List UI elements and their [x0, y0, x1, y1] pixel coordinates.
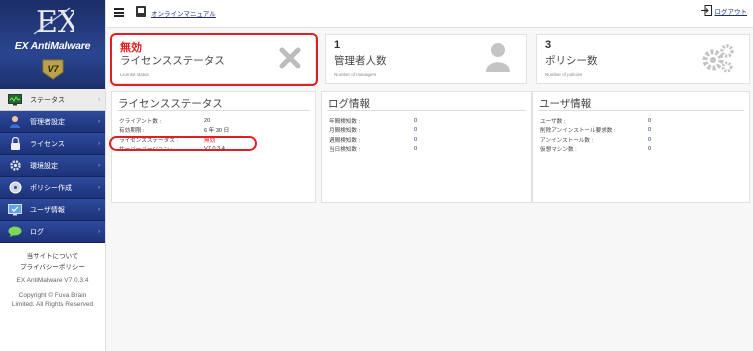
hamburger-menu-icon[interactable]	[114, 8, 124, 17]
sidebar-nav: ステータス › 管理者設定 › ライセンス › 環境設定 › ポリシー作成 › …	[0, 89, 105, 243]
managers-value: 1	[334, 39, 341, 51]
person-icon	[486, 43, 510, 72]
logo-text: EX AntiMalware	[14, 40, 91, 52]
managers-card[interactable]: 1 管理者人数 Number of managers	[325, 34, 527, 84]
lock-icon	[8, 137, 22, 151]
info-row: 当日検知数 :0	[329, 146, 418, 154]
info-row: 仮想マシン数 :0	[540, 146, 652, 154]
policies-label: ポリシー数	[545, 55, 598, 67]
logout-label: ログアウト	[714, 8, 748, 16]
chat-bubble-icon	[8, 225, 22, 239]
about-site-link[interactable]: 当サイトについて	[0, 251, 105, 262]
managers-sub: Number of managers	[334, 72, 377, 77]
managers-label: 管理者人数	[334, 55, 387, 67]
gears-icon	[702, 44, 734, 73]
sidebar-item-license[interactable]: ライセンス ›	[0, 133, 105, 155]
top-bar: オンラインマニュアル ログアウト	[106, 0, 753, 27]
chevron-right-icon: ›	[98, 162, 100, 169]
info-row: 月間検知数 :0	[329, 127, 418, 135]
divider	[327, 110, 526, 111]
privacy-policy-link[interactable]: プライバシーポリシー	[0, 262, 105, 273]
product-logo[interactable]: EX EX AntiMalware V7	[0, 0, 105, 89]
info-row: 年間検知数 :0	[329, 117, 418, 125]
info-row: アンインストール数 :0	[540, 136, 652, 144]
license-row-highlight	[109, 136, 257, 151]
sidebar-item-label: ユーザ情報	[30, 206, 65, 214]
sidebar-item-environment[interactable]: 環境設定 ›	[0, 155, 105, 177]
log-info-panel: ログ情報 年間検知数 :0 月間検知数 :0 週間検知数 :0 当日検知数 :0	[321, 91, 532, 203]
logout-button[interactable]: ログアウト	[700, 5, 748, 16]
panel-title: ライセンスステータス	[118, 98, 223, 110]
manual-book-icon[interactable]	[136, 6, 146, 17]
user-icon	[8, 115, 22, 129]
version-text: EX AntiMalware V7 0.3.4	[16, 277, 89, 284]
sidebar-footer: 当サイトについて プライバシーポリシー EX AntiMalware V7 0.…	[0, 243, 105, 309]
info-row: 削除アンインストール要求数 :0	[540, 127, 652, 135]
info-row: 週間検知数 :0	[329, 136, 418, 144]
sidebar-item-label: ステータス	[30, 96, 65, 104]
svg-text:V7: V7	[47, 64, 59, 74]
divider	[538, 110, 744, 111]
sidebar-item-label: 管理者設定	[30, 118, 65, 126]
panel-title: ログ情報	[328, 98, 370, 110]
sidebar-item-status[interactable]: ステータス ›	[0, 89, 105, 111]
chevron-right-icon: ›	[98, 184, 100, 191]
info-row: クライアント数 :20	[119, 117, 211, 125]
chevron-right-icon: ›	[98, 228, 100, 235]
copyright-text: Copyright © Fuva Brain Limited. All Righ…	[11, 292, 94, 308]
v7-badge: V7	[42, 59, 64, 80]
gear-icon	[8, 159, 22, 173]
info-row: 有効期限 :6 年 30 日	[119, 128, 230, 135]
info-row: ユーザ数 :0	[540, 117, 652, 125]
chevron-right-icon: ›	[98, 206, 100, 213]
screen-check-icon	[8, 203, 22, 217]
sidebar-item-admin-settings[interactable]: 管理者設定 ›	[0, 111, 105, 133]
disc-icon	[8, 181, 22, 195]
sidebar-item-log[interactable]: ログ ›	[0, 221, 105, 243]
sidebar: EX EX AntiMalware V7 ステータス › 管理者設定 › ライセ…	[0, 0, 106, 351]
sidebar-item-policy[interactable]: ポリシー作成 ›	[0, 177, 105, 199]
chevron-right-icon: ›	[98, 96, 100, 103]
policies-value: 3	[545, 39, 552, 51]
panel-title: ユーザ情報	[539, 98, 592, 110]
license-card-highlight	[110, 33, 318, 86]
policies-sub: Number of policies	[545, 72, 583, 77]
online-manual-link[interactable]: オンラインマニュアル	[151, 8, 216, 18]
policies-card[interactable]: 3 ポリシー数 Number of policies	[536, 34, 750, 84]
logout-icon	[700, 5, 712, 16]
divider	[117, 110, 310, 111]
user-info-panel: ユーザ情報 ユーザ数 :0 削除アンインストール要求数 :0 アンインストール数…	[532, 91, 750, 203]
sidebar-item-label: ライセンス	[30, 140, 65, 148]
chevron-right-icon: ›	[98, 140, 100, 147]
sidebar-item-label: ログ	[30, 228, 44, 236]
sidebar-item-label: 環境設定	[30, 162, 58, 170]
monitor-icon	[8, 93, 22, 107]
sidebar-item-user-info[interactable]: ユーザ情報 ›	[0, 199, 105, 221]
main-content: 無効 ライセンスステータス License status 1 管理者人数 Num…	[106, 27, 753, 351]
ex-logo-mark: EX	[33, 5, 74, 38]
chevron-right-icon: ›	[98, 118, 100, 125]
sidebar-item-label: ポリシー作成	[30, 184, 72, 192]
